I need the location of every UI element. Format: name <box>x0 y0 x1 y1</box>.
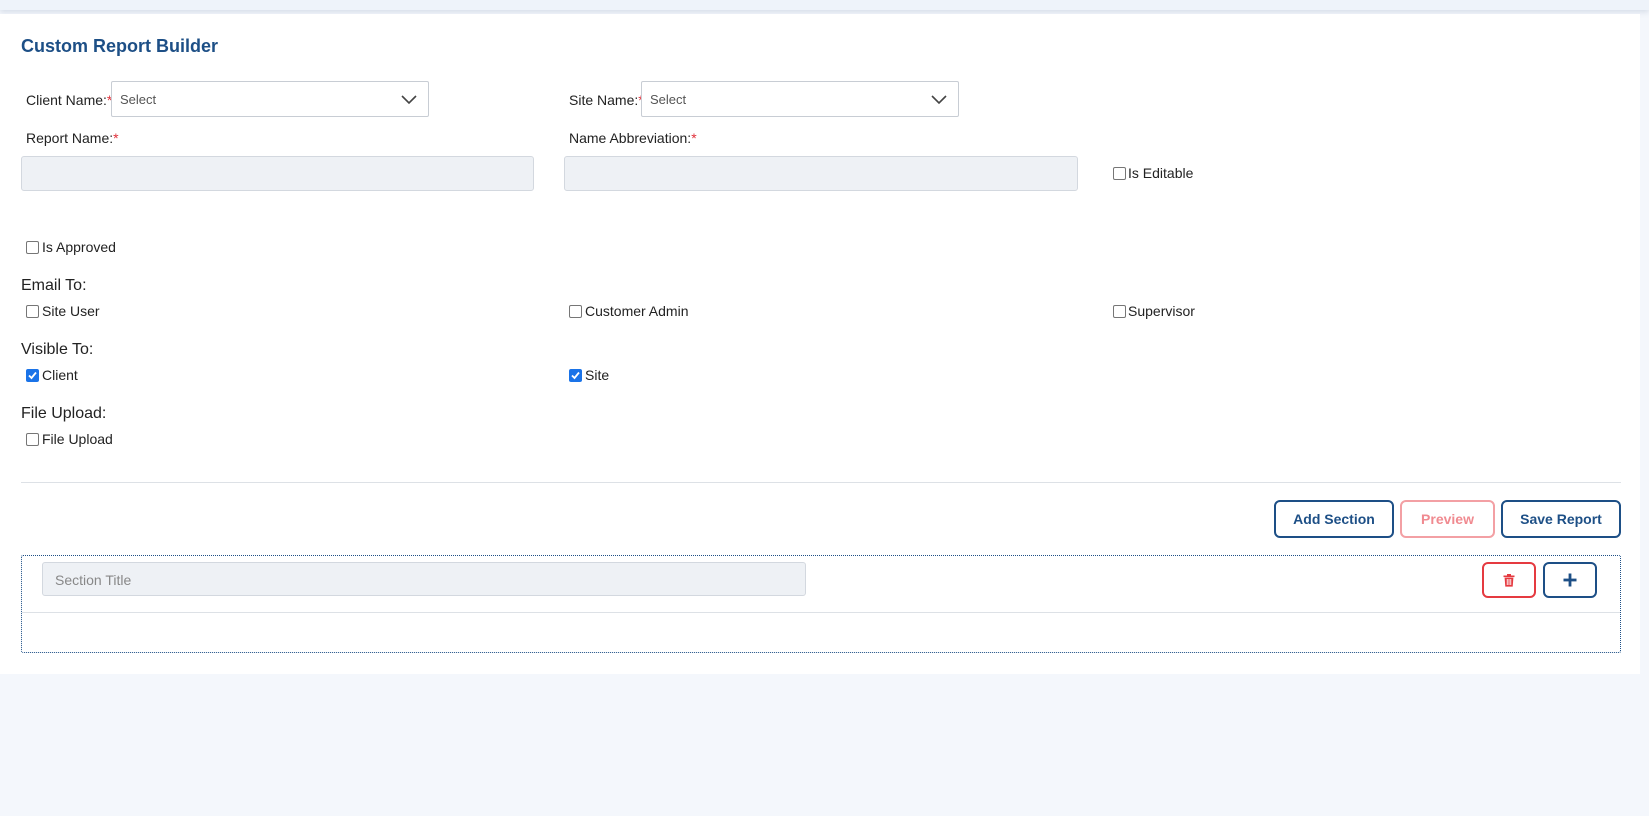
site-label: Site <box>585 367 610 383</box>
add-field-button[interactable] <box>1543 562 1597 598</box>
customer-admin-label: Customer Admin <box>585 303 689 319</box>
site-user-label: Site User <box>42 303 100 319</box>
supervisor-checkbox[interactable] <box>1113 305 1126 318</box>
customer-admin-checkbox[interactable] <box>569 305 582 318</box>
is-editable-label: Is Editable <box>1128 165 1194 181</box>
section-title-placeholder: Section Title <box>55 572 132 588</box>
trash-icon <box>1503 573 1515 587</box>
site-name-select[interactable]: Select <box>641 81 959 117</box>
chevron-down-icon <box>401 95 417 105</box>
section-title-input[interactable]: Section Title <box>42 562 806 596</box>
add-section-button[interactable]: Add Section <box>1274 500 1394 538</box>
report-section: Section Title <box>21 555 1621 653</box>
visible-to-heading: Visible To: <box>21 341 94 358</box>
name-abbreviation-input[interactable] <box>564 156 1078 191</box>
name-abbreviation-label: Name Abbreviation:* <box>569 130 697 146</box>
supervisor-label: Supervisor <box>1128 303 1195 319</box>
client-name-value: Select <box>120 92 157 107</box>
report-name-label: Report Name:* <box>26 130 119 146</box>
page-title: Custom Report Builder <box>21 36 219 56</box>
email-to-heading: Email To: <box>21 277 87 294</box>
chevron-down-icon <box>931 95 947 105</box>
site-checkbox[interactable] <box>569 369 582 382</box>
is-approved-checkbox[interactable] <box>26 241 39 254</box>
report-name-input[interactable] <box>21 156 534 191</box>
divider <box>21 482 1621 483</box>
client-checkbox[interactable] <box>26 369 39 382</box>
section-divider <box>22 612 1620 613</box>
plus-icon <box>1563 573 1577 587</box>
is-approved-label: Is Approved <box>42 239 116 255</box>
file-upload-label: File Upload <box>42 431 113 447</box>
client-name-label: Client Name:* <box>26 92 113 108</box>
file-upload-checkbox[interactable] <box>26 433 39 446</box>
preview-button[interactable]: Preview <box>1400 500 1495 538</box>
client-label: Client <box>42 367 78 383</box>
is-editable-checkbox[interactable] <box>1113 167 1126 180</box>
save-report-button[interactable]: Save Report <box>1501 500 1621 538</box>
file-upload-heading: File Upload: <box>21 405 107 422</box>
top-bar <box>0 0 1649 10</box>
checkmark-icon <box>28 371 37 380</box>
site-user-checkbox[interactable] <box>26 305 39 318</box>
site-name-label: Site Name:* <box>569 92 644 108</box>
delete-section-button[interactable] <box>1482 562 1536 598</box>
client-name-select[interactable]: Select <box>111 81 429 117</box>
site-name-value: Select <box>650 92 687 107</box>
checkmark-icon <box>571 371 580 380</box>
report-builder-card: Custom Report Builder Client Name:* Sele… <box>0 14 1640 674</box>
